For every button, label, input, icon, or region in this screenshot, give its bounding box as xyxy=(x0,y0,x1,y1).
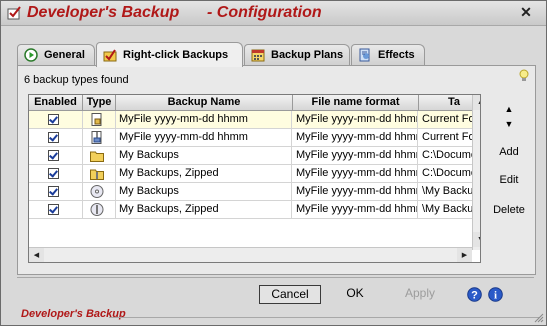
column-header-enabled[interactable]: Enabled xyxy=(29,95,83,111)
delete-button[interactable]: Delete xyxy=(488,204,530,216)
backup-name-cell: MyFile yyyy-mm-dd hhmm xyxy=(116,129,292,146)
zip-cd-icon xyxy=(90,203,104,216)
backup-name-cell: My Backups xyxy=(116,183,292,200)
scroll-left-arrow-icon[interactable]: ◀ xyxy=(29,248,44,262)
file-name-format-cell: MyFile yyyy-mm-dd hhmm xyxy=(293,183,418,200)
checkbox-folder-icon xyxy=(103,49,117,62)
scroll-right-arrow-icon[interactable]: ▶ xyxy=(457,248,472,262)
config-window: Developer's Backup - Configuration ✕ Gen… xyxy=(0,0,547,326)
triangle-up-icon[interactable]: ▲ xyxy=(502,103,516,115)
scroll-down-arrow-icon[interactable]: ▼ xyxy=(473,232,480,247)
calendar-icon xyxy=(251,49,265,62)
backup-name-cell: MyFile yyyy-mm-dd hhmm xyxy=(116,111,292,128)
enabled-checkbox[interactable] xyxy=(48,204,59,215)
svg-text:i: i xyxy=(494,290,497,302)
backup-name-cell: My Backups, Zipped xyxy=(116,201,292,218)
backup-types-table: Enabled Type Backup Name File name forma… xyxy=(28,94,481,263)
zip-folder-icon xyxy=(90,169,104,180)
cd-icon xyxy=(90,185,104,198)
close-icon[interactable]: ✕ xyxy=(519,5,533,19)
backup-name-cell: My Backups xyxy=(116,147,292,164)
window-title: Developer's Backup xyxy=(27,4,180,21)
table-row[interactable]: My Backups, Zipped MyFile yyyy-mm-dd hhm… xyxy=(29,201,480,219)
table-row[interactable]: My Backups MyFile yyyy-mm-dd hhmm \My Ba… xyxy=(29,183,480,201)
ok-button[interactable]: OK xyxy=(335,285,375,302)
column-header-file-name-format[interactable]: File name format xyxy=(293,95,419,111)
resize-grip-icon[interactable] xyxy=(534,313,544,323)
enabled-checkbox[interactable] xyxy=(48,114,59,125)
play-circle-icon xyxy=(24,48,38,62)
horizontal-scrollbar[interactable]: ◀ ▶ xyxy=(29,247,472,262)
table-row[interactable]: My Backups MyFile yyyy-mm-dd hhmm C:\Doc… xyxy=(29,147,480,165)
cancel-button[interactable]: Cancel xyxy=(259,285,321,304)
tab-backup-plans[interactable]: Backup Plans xyxy=(244,44,350,66)
enabled-checkbox[interactable] xyxy=(48,132,59,143)
column-header-backup-name[interactable]: Backup Name xyxy=(116,95,293,111)
enabled-checkbox[interactable] xyxy=(48,150,59,161)
tab-effects[interactable]: Effects xyxy=(351,44,425,66)
tab-right-click-backups-label: Right-click Backups xyxy=(123,49,229,61)
vertical-scrollbar[interactable]: ▲ ▼ xyxy=(472,95,480,250)
tab-panel: 6 backup types found Enabled Type Backup… xyxy=(17,65,536,275)
title-bar[interactable]: Developer's Backup - Configuration ✕ xyxy=(1,1,546,26)
tab-right-click-backups[interactable]: Right-click Backups xyxy=(96,42,243,67)
backup-name-cell: My Backups, Zipped xyxy=(116,165,292,182)
target-cell: C:\Documen xyxy=(422,167,472,179)
svg-text:?: ? xyxy=(471,290,478,302)
app-icon xyxy=(7,6,21,20)
enabled-checkbox[interactable] xyxy=(48,186,59,197)
backup-count-label: 6 backup types found xyxy=(24,74,129,86)
folder-icon xyxy=(90,151,104,162)
footer-line xyxy=(109,317,539,318)
table-row[interactable]: MyFile yyyy-mm-dd hhmm MyFile yyyy-mm-dd… xyxy=(29,111,480,129)
table-row[interactable]: My Backups, Zipped MyFile yyyy-mm-dd hhm… xyxy=(29,165,480,183)
file-name-format-cell: MyFile yyyy-mm-dd hhmm xyxy=(293,147,418,164)
lightbulb-icon[interactable] xyxy=(518,69,530,83)
scroll-up-arrow-icon[interactable]: ▲ xyxy=(473,95,480,110)
target-cell: Current Folde xyxy=(422,131,472,143)
info-icon[interactable]: i xyxy=(488,287,503,302)
tab-general[interactable]: General xyxy=(17,44,95,66)
add-button[interactable]: Add xyxy=(488,146,530,158)
window-subtitle: - Configuration xyxy=(207,4,322,21)
help-icon[interactable]: ? xyxy=(467,287,482,302)
tab-effects-label: Effects xyxy=(378,49,415,61)
file-name-format-cell: MyFile yyyy-mm-dd hhmm xyxy=(293,129,418,146)
triangle-down-icon[interactable]: ▼ xyxy=(502,118,516,130)
target-cell: C:\Documen xyxy=(422,149,472,161)
enabled-checkbox[interactable] xyxy=(48,168,59,179)
column-header-type[interactable]: Type xyxy=(83,95,116,111)
table-row[interactable]: MyFile yyyy-mm-dd hhmm MyFile yyyy-mm-dd… xyxy=(29,129,480,147)
edit-button[interactable]: Edit xyxy=(488,174,530,186)
footer-divider xyxy=(17,277,534,278)
tab-general-label: General xyxy=(44,49,85,61)
target-cell: \My Backups xyxy=(422,203,472,215)
document-lock-icon xyxy=(91,113,102,126)
tab-backup-plans-label: Backup Plans xyxy=(271,49,344,61)
file-name-format-cell: MyFile yyyy-mm-dd hhmm xyxy=(293,165,418,182)
apply-button[interactable]: Apply xyxy=(399,285,441,302)
target-cell: Current Folde xyxy=(422,113,472,125)
footer-brand: Developer's Backup xyxy=(21,308,126,320)
file-name-format-cell: MyFile yyyy-mm-dd hhmm xyxy=(293,111,418,128)
effects-icon xyxy=(359,48,370,62)
file-name-format-cell: MyFile yyyy-mm-dd hhmm xyxy=(293,201,418,218)
zip-document-icon xyxy=(91,131,102,144)
target-cell: \My Backups xyxy=(422,185,472,197)
